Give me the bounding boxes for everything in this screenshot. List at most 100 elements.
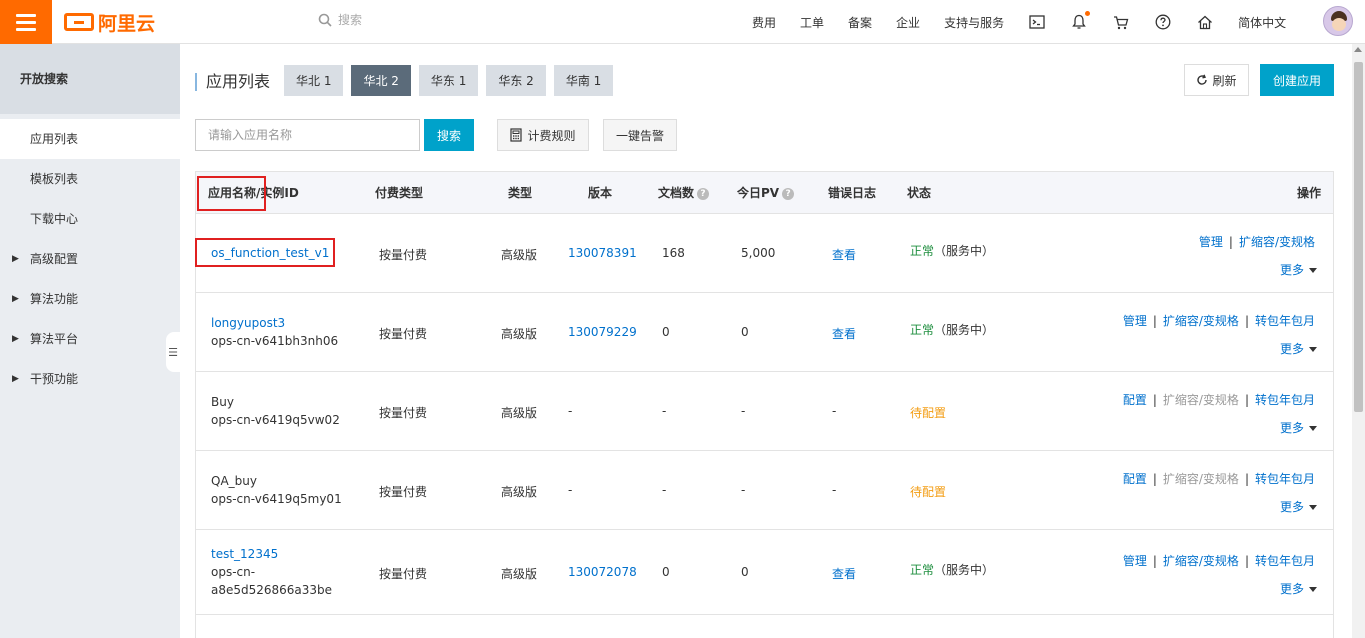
version: - (568, 404, 573, 418)
more-dropdown[interactable]: 更多 (1280, 580, 1317, 597)
more-label: 更多 (1279, 500, 1304, 514)
home-icon[interactable] (1196, 13, 1214, 31)
menu-icon[interactable] (0, 0, 52, 44)
table-row: os_function_test_v1 按量付费 高级版 130078391 1… (196, 214, 1333, 293)
col-pv: 今日PV? (737, 172, 795, 214)
search-button[interactable]: 搜索 (424, 119, 474, 151)
manage-link[interactable]: 管理 (1123, 554, 1147, 568)
question-icon[interactable]: ? (697, 187, 710, 200)
more-dropdown[interactable]: 更多 (1280, 340, 1317, 357)
caret-right-icon: ▶ (12, 254, 19, 264)
nav-enterprise[interactable]: 企业 (896, 14, 920, 31)
help-icon[interactable] (1154, 13, 1172, 31)
sidebar-item-algorithm-platform[interactable]: ▶ 算法平台 (0, 319, 180, 359)
col-pv-label: 今日PV (737, 186, 780, 200)
sidebar-item-intervention[interactable]: ▶ 干预功能 (0, 359, 180, 399)
cart-icon[interactable] (1112, 13, 1130, 31)
version-link[interactable]: 130079229 (568, 325, 637, 339)
sidebar-item-template-list[interactable]: 模板列表 (0, 159, 180, 199)
tab-region-north-2[interactable]: 华北 2 (351, 65, 411, 96)
refresh-label: 刷新 (1212, 73, 1237, 88)
billing-rules-button[interactable]: 计费规则 (497, 119, 589, 151)
nav-tickets[interactable]: 工单 (800, 14, 824, 31)
sidebar-item-algorithm-features[interactable]: ▶ 算法功能 (0, 279, 180, 319)
col-type: 类型 (508, 186, 533, 200)
more-dropdown[interactable]: 更多 (1280, 498, 1317, 515)
more-dropdown[interactable]: 更多 (1280, 261, 1317, 278)
view-log-link[interactable]: 查看 (832, 325, 856, 342)
manage-link[interactable]: 管理 (1199, 235, 1223, 249)
tab-region-south-1[interactable]: 华南 1 (553, 65, 614, 96)
aliyun-logo-icon (64, 13, 94, 31)
top-search[interactable]: 搜索 (318, 11, 362, 28)
language-switch[interactable]: 简体中文 (1238, 14, 1286, 31)
configure-link[interactable]: 配置 (1123, 393, 1147, 407)
question-icon[interactable]: ? (782, 187, 795, 200)
pay-type: 按量付费 (379, 406, 428, 420)
terminal-icon[interactable] (1028, 13, 1046, 31)
instance-id: ops-cn-v6419q5vw02 (211, 413, 340, 427)
view-log-link[interactable]: 查看 (832, 246, 856, 263)
convert-subscription-link[interactable]: 转包年包月 (1255, 472, 1315, 486)
manage-link[interactable]: 管理 (1123, 314, 1147, 328)
row-ops: 配置 | 扩缩容/变规格 | 转包年包月 (1122, 393, 1315, 407)
version-link[interactable]: 130078391 (568, 246, 637, 260)
tab-region-north-1[interactable]: 华北 1 (284, 65, 344, 96)
top-search-placeholder: 搜索 (338, 13, 363, 27)
today-pv: 0 (741, 325, 749, 339)
edition: 高级版 (501, 485, 538, 499)
scale-link[interactable]: 扩缩容/变规格 (1163, 554, 1239, 568)
today-pv: 5,000 (741, 246, 776, 260)
scroll-thumb[interactable] (1354, 62, 1363, 412)
convert-subscription-link[interactable]: 转包年包月 (1255, 393, 1315, 407)
caret-down-icon (1309, 587, 1317, 592)
table-header: 应用名称/实例ID 付费类型 类型 版本 文档数? 今日PV? 错误日志 状态 … (196, 172, 1333, 214)
sidebar-collapse-icon[interactable]: ☰ (166, 332, 180, 372)
version-link[interactable]: 130072078 (568, 565, 637, 579)
scale-link-disabled: 扩缩容/变规格 (1162, 472, 1239, 486)
convert-subscription-link[interactable]: 转包年包月 (1255, 314, 1315, 328)
more-label: 更多 (1279, 421, 1304, 435)
status-text: 待配置 (910, 485, 947, 499)
caret-right-icon: ▶ (12, 294, 19, 304)
error-log: - (832, 404, 837, 418)
convert-subscription-link[interactable]: 转包年包月 (1255, 554, 1315, 568)
create-app-button[interactable]: 创建应用 (1260, 64, 1334, 96)
sidebar-item-label: 算法功能 (30, 292, 79, 306)
one-click-alarm-button[interactable]: 一键告警 (603, 119, 677, 151)
scale-link[interactable]: 扩缩容/变规格 (1163, 314, 1239, 328)
app-name-link[interactable]: test_12345 (211, 547, 278, 561)
row-ops: 管理 | 扩缩容/变规格 (1198, 235, 1315, 249)
view-log-link[interactable]: 查看 (832, 565, 856, 582)
refresh-button[interactable]: 刷新 (1184, 64, 1249, 96)
brand-name: 阿里云 (98, 12, 156, 35)
brand-logo[interactable]: 阿里云 (64, 9, 155, 35)
app-search-input[interactable]: 请输入应用名称 (195, 119, 420, 151)
more-dropdown[interactable]: 更多 (1280, 419, 1317, 436)
sidebar-item-download-center[interactable]: 下载中心 (0, 199, 180, 239)
nav-support[interactable]: 支持与服务 (944, 14, 1004, 31)
avatar[interactable] (1323, 6, 1353, 36)
bell-icon[interactable] (1070, 11, 1091, 31)
scrollbar[interactable] (1352, 44, 1365, 638)
sidebar-item-advanced-config[interactable]: ▶ 高级配置 (0, 239, 180, 279)
sidebar-item-app-list[interactable]: 应用列表 (0, 119, 180, 159)
app-name-link[interactable]: longyupost3 (211, 316, 285, 330)
today-pv: - (741, 483, 746, 497)
main-content: 应用列表 华北 1 华北 2 华东 1 华东 2 华南 1 刷新 创建应用 请输… (180, 44, 1352, 638)
pay-type: 按量付费 (379, 327, 428, 341)
today-pv: 0 (741, 565, 749, 579)
nav-icp[interactable]: 备案 (848, 14, 872, 31)
doc-count: 0 (662, 565, 670, 579)
tab-region-east-1[interactable]: 华东 1 (418, 65, 479, 96)
configure-link[interactable]: 配置 (1123, 472, 1147, 486)
tab-region-east-2[interactable]: 华东 2 (486, 65, 546, 96)
instance-id: ops-cn-v641bh3nh06 (211, 334, 339, 348)
scale-link[interactable]: 扩缩容/变规格 (1239, 235, 1315, 249)
pay-type: 按量付费 (379, 567, 428, 581)
billing-rules-label: 计费规则 (527, 128, 576, 143)
table-row: QA_buy ops-cn-v6419q5my01 按量付费 高级版 - - -… (196, 451, 1333, 530)
region-tabs: 华北 1 华北 2 华东 1 华东 2 华南 1 (284, 65, 614, 96)
nav-fees[interactable]: 费用 (752, 14, 776, 31)
scroll-up-icon[interactable] (1354, 47, 1362, 52)
